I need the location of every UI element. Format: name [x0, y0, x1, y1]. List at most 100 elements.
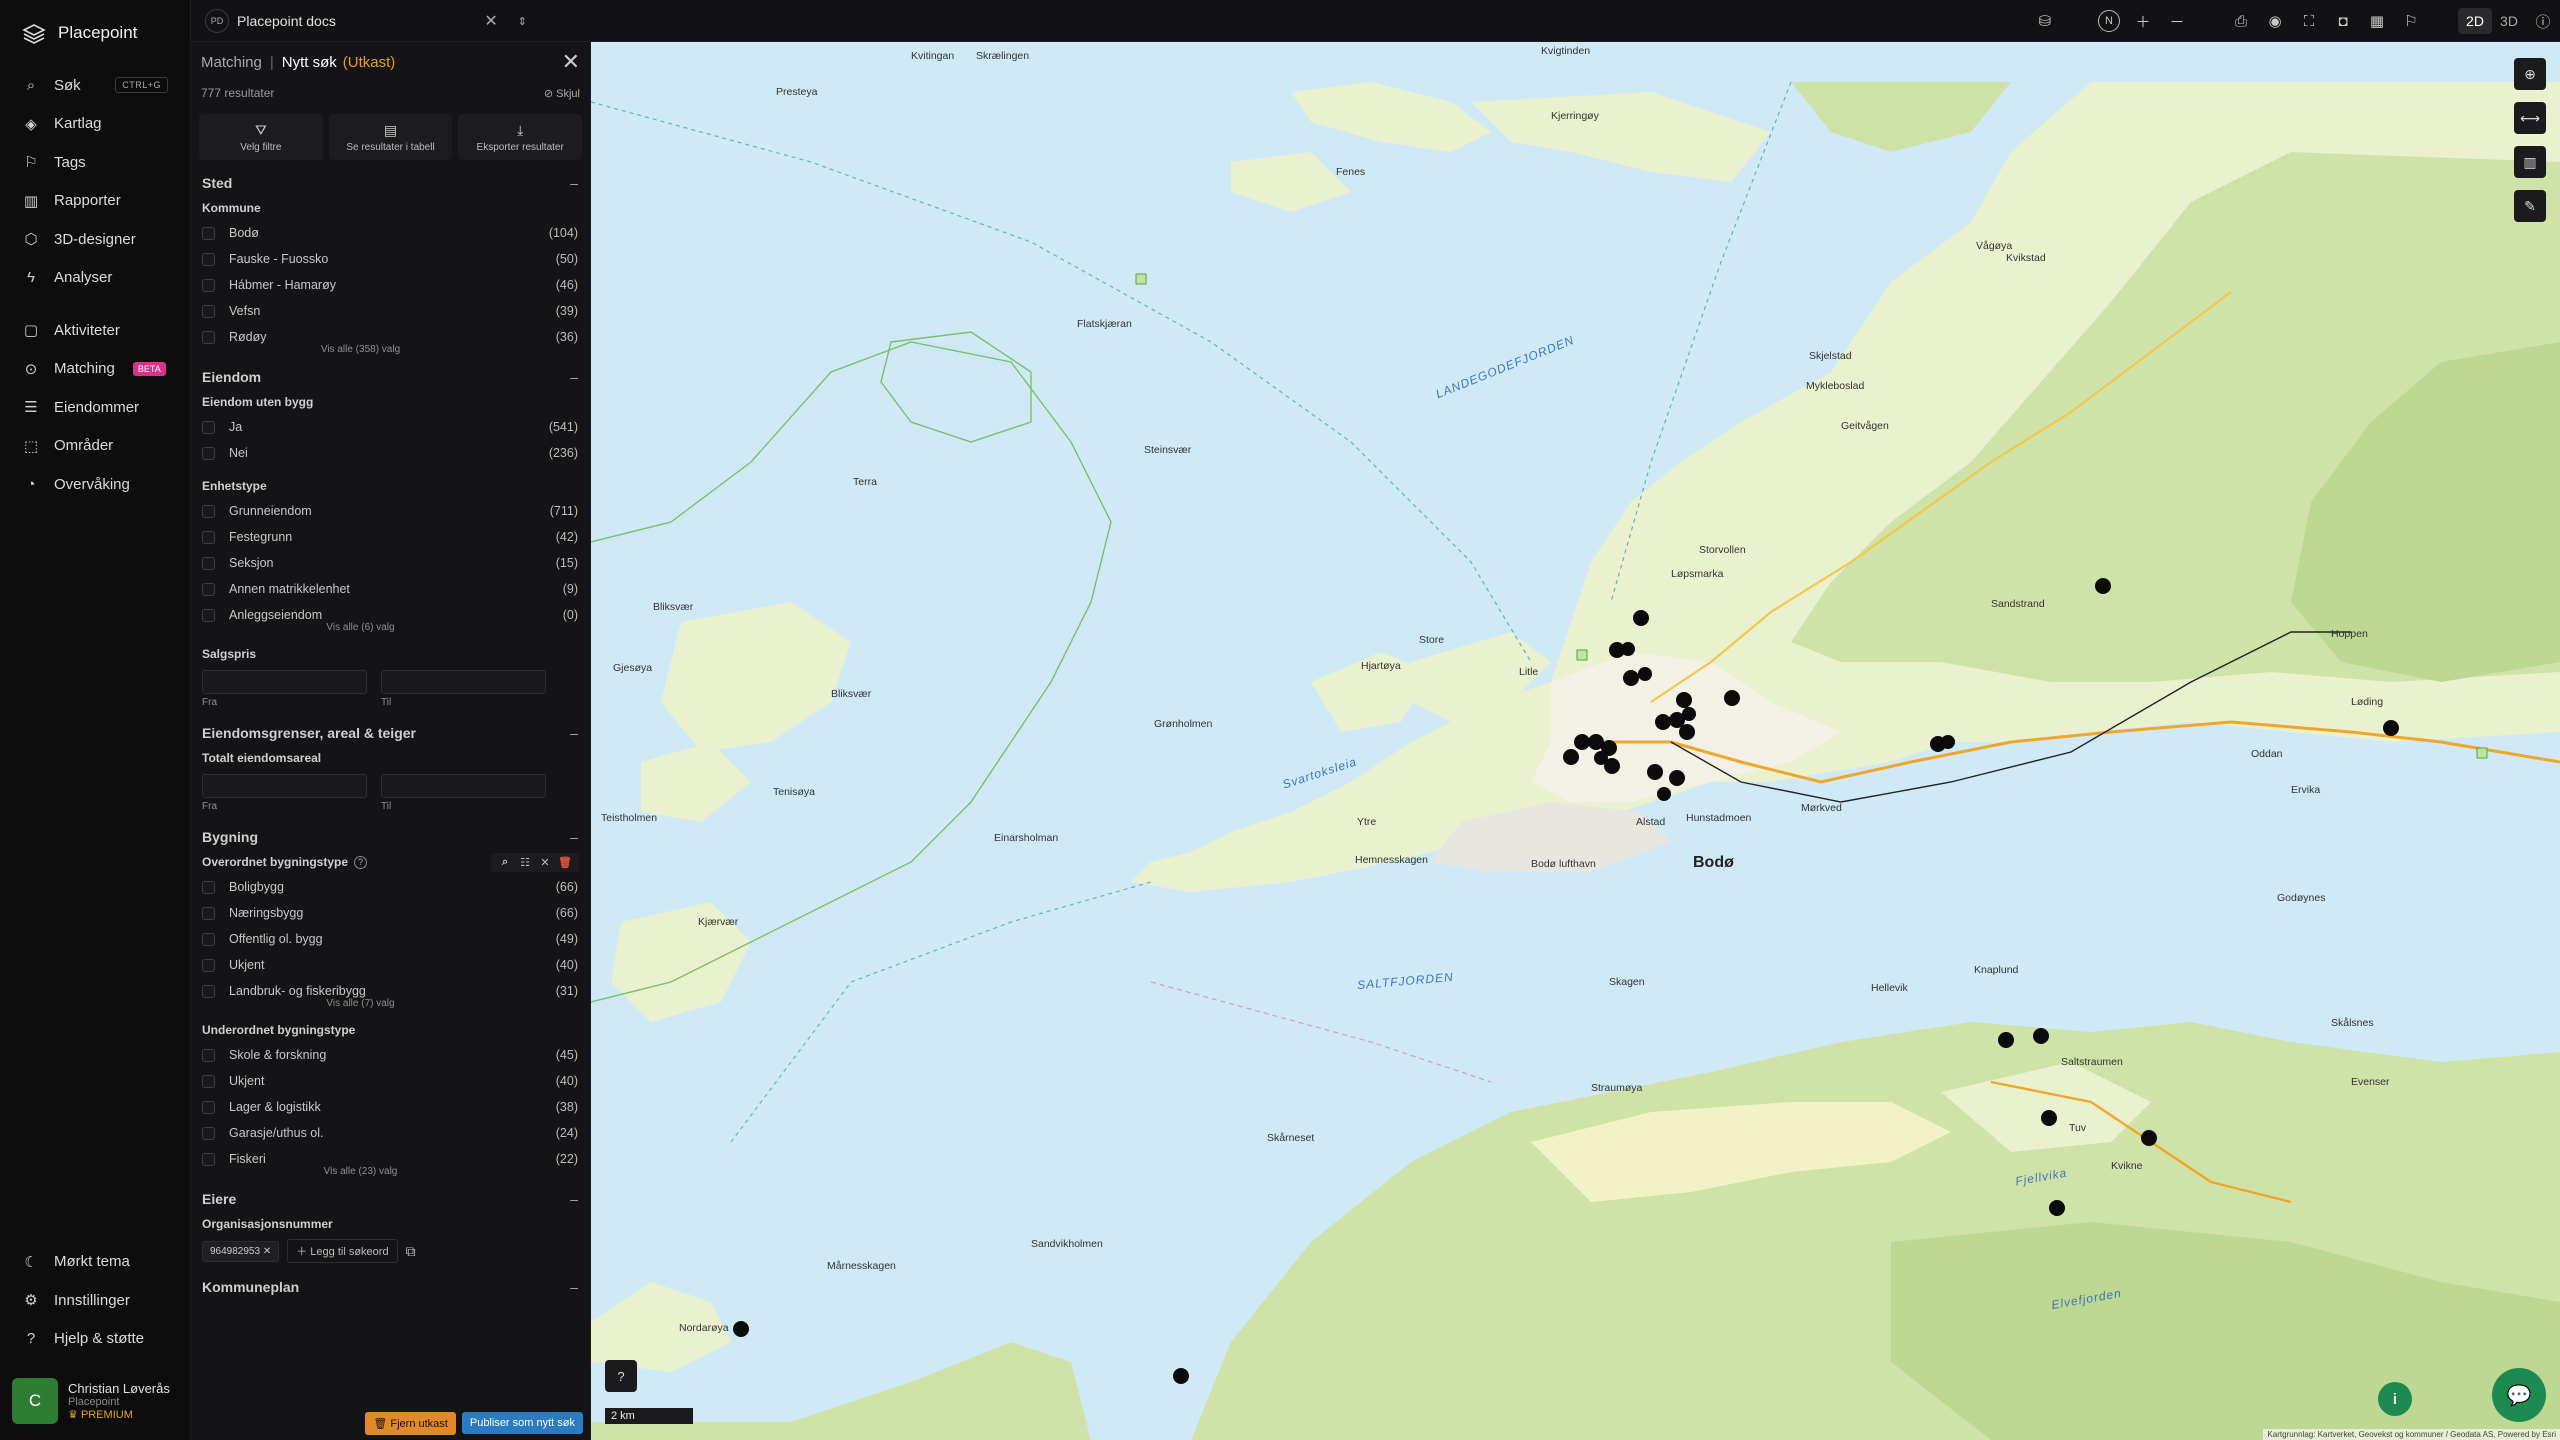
- checkbox[interactable]: [202, 906, 215, 920]
- nav-item-overvåking[interactable]: ◔ Overvåking: [0, 465, 190, 504]
- show-all-link[interactable]: Vis alle (7) valg: [191, 998, 590, 1012]
- fullscreen-icon[interactable]: ⛶: [2292, 0, 2326, 42]
- nav-item-innstillinger[interactable]: ⚙ Innstillinger: [0, 1281, 191, 1320]
- filter-option[interactable]: Ukjent (40): [191, 952, 590, 978]
- show-all-link[interactable]: Vis alle (358) valg: [191, 344, 590, 358]
- nav-item-aktiviteter[interactable]: ▢ Aktiviteter: [0, 311, 190, 350]
- filter-option[interactable]: Næringsbygg (66): [191, 900, 590, 926]
- nav-item-tags[interactable]: ⚐ Tags: [0, 143, 190, 182]
- checkbox[interactable]: [202, 278, 215, 292]
- breadcrumb-matching[interactable]: Matching: [201, 54, 262, 71]
- search-icon[interactable]: ⌕: [497, 856, 513, 869]
- section-grenser[interactable]: Eiendomsgrenser, areal & teiger –: [191, 720, 590, 746]
- chat-button[interactable]: 💬: [2492, 1368, 2546, 1422]
- document-selector[interactable]: PD Placepoint docs ✕ ⇕: [205, 6, 527, 36]
- checkbox[interactable]: [202, 446, 215, 460]
- clear-icon[interactable]: ✕: [537, 856, 553, 869]
- checkbox[interactable]: [202, 556, 215, 570]
- zoom-in-icon[interactable]: ＋: [2126, 0, 2160, 42]
- checkbox[interactable]: [202, 958, 215, 972]
- salgspris-from-input[interactable]: [202, 670, 367, 694]
- nav-item-mørkt-tema[interactable]: ☾ Mørkt tema: [0, 1243, 191, 1282]
- mode-2d-button[interactable]: 2D: [2458, 0, 2492, 42]
- checkbox[interactable]: [202, 252, 215, 266]
- grid-icon[interactable]: ▦: [2360, 0, 2394, 42]
- print-icon[interactable]: ⎙: [2224, 0, 2258, 42]
- map-view[interactable]: Kvitingan Presteya Skrælingen Fenes Kvigtind…: [591, 42, 2560, 1440]
- close-icon[interactable]: ✕: [562, 49, 580, 75]
- remove-draft-button[interactable]: 🗑 Fjern utkast: [365, 1411, 456, 1435]
- layers-stack-icon[interactable]: ⛁: [2028, 0, 2062, 42]
- table-view-button[interactable]: ▤ Se resultater i tabell: [328, 114, 453, 160]
- draw-icon[interactable]: ✎: [2514, 190, 2546, 222]
- copy-icon[interactable]: ⧉: [406, 1243, 416, 1260]
- bookmark-icon[interactable]: ⚐: [2394, 0, 2428, 42]
- section-bygning[interactable]: Bygning –: [191, 824, 590, 850]
- filter-option[interactable]: Bodø (104): [191, 220, 590, 246]
- checkbox[interactable]: [202, 582, 215, 596]
- show-all-link[interactable]: Vis alle (6) valg: [191, 622, 590, 636]
- checkbox[interactable]: [202, 1048, 215, 1062]
- checkbox[interactable]: [202, 932, 215, 946]
- section-sted[interactable]: Sted –: [191, 170, 590, 196]
- checkbox[interactable]: [202, 530, 215, 544]
- filter-option[interactable]: Festegrunn (42): [191, 524, 590, 550]
- info-icon[interactable]: ⓘ: [2526, 0, 2560, 42]
- filter-option[interactable]: Ukjent (40): [191, 1068, 590, 1094]
- filter-option[interactable]: Offentlig ol. bygg (49): [191, 926, 590, 952]
- checkbox[interactable]: [202, 226, 215, 240]
- show-all-link[interactable]: Vis alle (23) valg: [191, 1166, 590, 1180]
- filter-option[interactable]: Garasje/uthus ol. (24): [191, 1120, 590, 1146]
- nav-item-analyser[interactable]: ϟ Analyser: [0, 259, 190, 298]
- filter-option[interactable]: Boligbygg (66): [191, 874, 590, 900]
- brand[interactable]: Placepoint: [0, 0, 190, 66]
- checkbox[interactable]: [202, 984, 215, 998]
- checkbox[interactable]: [202, 304, 215, 318]
- nav-item-søk[interactable]: ⌕ Søk CTRL+G: [0, 66, 190, 105]
- trash-icon[interactable]: 🗑: [557, 856, 573, 869]
- hide-button[interactable]: ⊘ Skjul: [544, 87, 580, 100]
- salgspris-to-input[interactable]: [381, 670, 546, 694]
- areal-from-input[interactable]: [202, 774, 367, 798]
- filter-option[interactable]: Ja (541): [191, 414, 590, 440]
- chevron-updown-icon[interactable]: ⇕: [518, 15, 527, 28]
- user-card[interactable]: C Christian Løverås Placepoint ♛ PREMIUM: [12, 1372, 179, 1424]
- filter-option[interactable]: Skole & forskning (45): [191, 1042, 590, 1068]
- section-kommuneplan[interactable]: Kommuneplan –: [191, 1274, 590, 1300]
- chart-icon[interactable]: ▥: [2514, 146, 2546, 178]
- export-button[interactable]: ⤓ Eksporter resultater: [458, 114, 583, 160]
- checkbox[interactable]: [202, 880, 215, 894]
- filter-option[interactable]: Vefsn (39): [191, 298, 590, 324]
- nav-item-eiendommer[interactable]: ☰ Eiendommer: [0, 388, 190, 427]
- filter-option[interactable]: Annen matrikkelenhet (9): [191, 576, 590, 602]
- camera-icon[interactable]: ◘: [2326, 0, 2360, 42]
- zoom-out-icon[interactable]: －: [2160, 0, 2194, 42]
- map-help-button[interactable]: ?: [605, 1360, 637, 1392]
- nav-item-hjelp-støtte[interactable]: ? Hjelp & støtte: [0, 1320, 191, 1359]
- checkbox[interactable]: [202, 608, 215, 622]
- keyword-chip[interactable]: 964982953 ✕: [202, 1240, 280, 1262]
- measure-icon[interactable]: ⟷: [2514, 102, 2546, 134]
- clear-doc-icon[interactable]: ✕: [484, 11, 497, 31]
- checkbox[interactable]: [202, 1152, 215, 1166]
- nav-item-3d-designer[interactable]: ⬡ 3D-designer: [0, 220, 190, 259]
- filter-option[interactable]: Seksjon (15): [191, 550, 590, 576]
- nav-item-kartlag[interactable]: ◈ Kartlag: [0, 105, 190, 144]
- nav-item-matching[interactable]: ⊙ Matching BETA: [0, 350, 190, 389]
- filter-option[interactable]: Nei (236): [191, 440, 590, 466]
- checkbox[interactable]: [202, 330, 215, 344]
- publish-button[interactable]: Publiser som nytt søk: [461, 1412, 583, 1434]
- filter-option[interactable]: Lager & logistikk (38): [191, 1094, 590, 1120]
- checkbox[interactable]: [202, 1126, 215, 1140]
- nav-item-områder[interactable]: ⬚ Områder: [0, 427, 190, 466]
- checkbox[interactable]: [202, 1074, 215, 1088]
- checkbox[interactable]: [202, 504, 215, 518]
- section-eiendom[interactable]: Eiendom –: [191, 364, 590, 390]
- areal-to-input[interactable]: [381, 774, 546, 798]
- choose-filters-button[interactable]: ⛛ Velg filtre: [199, 114, 323, 160]
- filter-option[interactable]: Hábmer - Hamarøy (46): [191, 272, 590, 298]
- mode-3d-button[interactable]: 3D: [2492, 0, 2526, 42]
- checkbox[interactable]: [202, 1100, 215, 1114]
- filter-option[interactable]: Grunneiendom (711): [191, 498, 590, 524]
- map-select-icon[interactable]: ⊕: [2514, 58, 2546, 90]
